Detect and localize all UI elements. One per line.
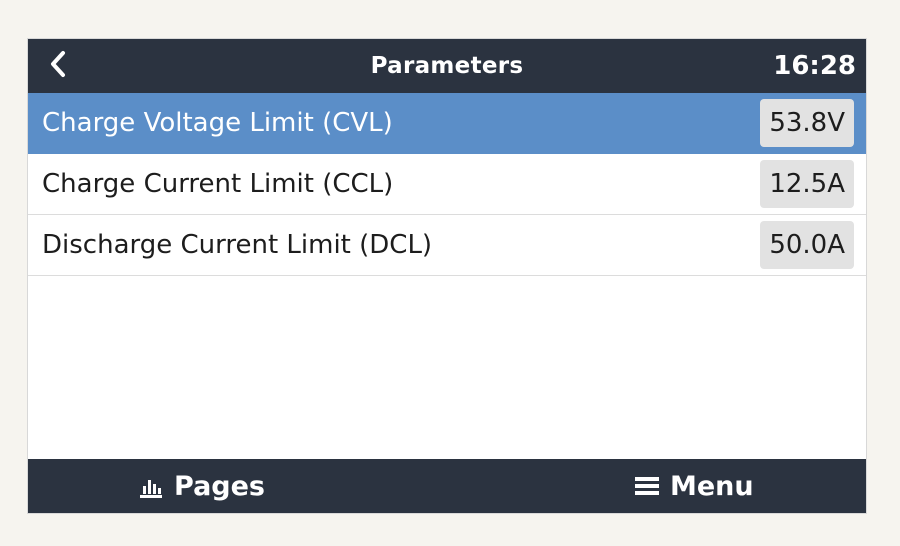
parameter-label: Charge Current Limit (CCL) (42, 169, 394, 199)
footer-bar: Pages Menu (28, 459, 866, 513)
hamburger-menu-icon (634, 475, 660, 497)
parameter-value: 53.8V (760, 99, 854, 147)
parameter-row-ccl[interactable]: Charge Current Limit (CCL) 12.5A (28, 154, 866, 215)
menu-label: Menu (670, 470, 754, 502)
parameter-label: Charge Voltage Limit (CVL) (42, 108, 393, 138)
header-bar: Parameters 16:28 (28, 39, 866, 93)
menu-button[interactable]: Menu (634, 459, 754, 513)
parameters-screen: Parameters 16:28 Charge Voltage Limit (C… (27, 38, 867, 514)
bar-chart-icon (138, 474, 164, 498)
clock: 16:28 (773, 51, 856, 81)
parameter-value: 50.0A (760, 221, 854, 269)
pages-button[interactable]: Pages (138, 459, 265, 513)
parameter-value: 12.5A (760, 160, 854, 208)
parameter-row-dcl[interactable]: Discharge Current Limit (DCL) 50.0A (28, 215, 866, 276)
parameter-list: Charge Voltage Limit (CVL) 53.8V Charge … (28, 93, 866, 276)
parameter-row-cvl[interactable]: Charge Voltage Limit (CVL) 53.8V (28, 93, 866, 154)
page-title: Parameters (370, 53, 524, 79)
pages-label: Pages (174, 470, 265, 502)
parameter-label: Discharge Current Limit (DCL) (42, 230, 433, 260)
